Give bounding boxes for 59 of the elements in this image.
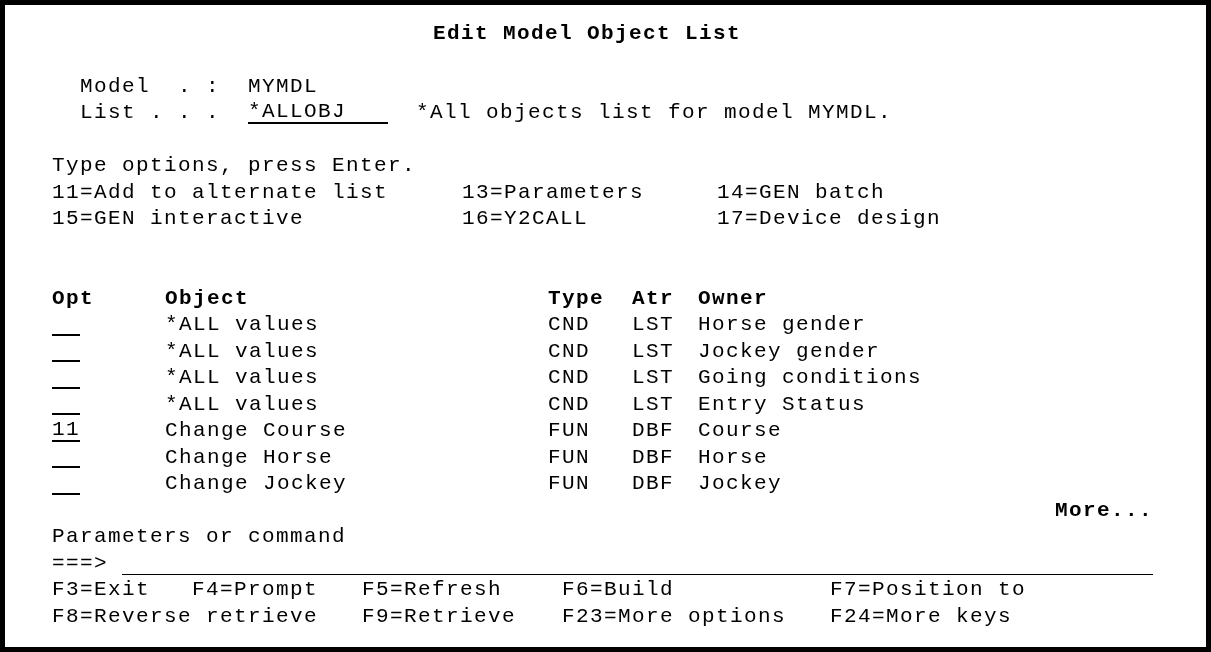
function-key-hint: F9=Retrieve: [362, 604, 518, 628]
table-cell-text: Entry Status: [698, 392, 868, 416]
command-prompt: ===>: [52, 551, 108, 575]
column-header: Opt: [52, 286, 95, 310]
function-key-hint: F7=Position to: [830, 578, 1028, 602]
table-cell-text: *ALL values: [165, 313, 321, 337]
option-legend: 15=GEN interactive: [52, 207, 462, 231]
function-key-hint: F5=Refresh: [362, 578, 504, 602]
table-cell-text: Horse: [698, 445, 769, 469]
table-cell-text: DBF: [632, 445, 675, 469]
table-cell-text: Change Course: [165, 419, 349, 443]
option-legend: 14=GEN batch: [717, 180, 1153, 204]
table-cell-text: LST: [632, 339, 675, 363]
table-cell-text: Course: [698, 419, 783, 443]
table-cell-text: LST: [632, 366, 675, 390]
more-indicator: More...: [1055, 498, 1153, 522]
table-cell-text: LST: [632, 313, 675, 337]
screen-title: Edit Model Object List: [433, 21, 742, 45]
table-cell-text: Change Horse: [165, 445, 335, 469]
option-legend: 13=Parameters: [462, 180, 717, 204]
table-cell-text: CND: [548, 392, 591, 416]
column-header: Atr: [632, 286, 675, 310]
option-legend: 16=Y2CALL: [462, 207, 717, 231]
column-header: Object: [165, 286, 250, 310]
option-input-field[interactable]: 11: [52, 419, 80, 442]
function-key-hint: F3=Exit: [52, 578, 151, 602]
column-header: Owner: [698, 286, 769, 310]
option-legend: 17=Device design: [717, 207, 1153, 231]
table-cell-text: CND: [548, 313, 591, 337]
field-label: Model . :: [80, 74, 222, 98]
table-cell-text: CND: [548, 339, 591, 363]
table-cell-text: Jockey gender: [698, 339, 882, 363]
option-legend: 11=Add to alternate list: [52, 180, 462, 204]
table-cell-text: LST: [632, 392, 675, 416]
function-key-hint: F4=Prompt: [192, 578, 320, 602]
table-cell-text: FUN: [548, 419, 591, 443]
table-cell-text: Change Jockey: [165, 472, 349, 496]
table-cell-text: *ALL values: [165, 339, 321, 363]
table-cell-text: *ALL values: [165, 392, 321, 416]
table-cell-text: FUN: [548, 472, 591, 496]
table-cell-text: Jockey: [698, 472, 783, 496]
instruction-text: Type options, press Enter.: [52, 154, 417, 178]
table-cell-text: FUN: [548, 445, 591, 469]
function-key-hint: F8=Reverse retrieve: [52, 604, 320, 628]
field-label: List . . .: [80, 101, 222, 125]
field-description: *All objects list for model MYMDL.: [416, 101, 893, 125]
function-key-hint: F24=More keys: [830, 604, 1014, 628]
table-cell-text: DBF: [632, 472, 675, 496]
list-input-field[interactable]: *ALLOBJ: [248, 101, 388, 124]
table-cell-text: DBF: [632, 419, 675, 443]
command-label: Parameters or command: [52, 525, 347, 549]
table-cell-text: Going conditions: [698, 366, 924, 390]
column-header: Type: [548, 286, 605, 310]
field-value: MYMDL: [248, 74, 318, 98]
table-cell-text: *ALL values: [165, 366, 321, 390]
table-cell-text: Horse gender: [698, 313, 868, 337]
function-key-hint: F23=More options: [562, 604, 788, 628]
table-cell-text: CND: [548, 366, 591, 390]
function-key-hint: F6=Build: [562, 578, 676, 602]
